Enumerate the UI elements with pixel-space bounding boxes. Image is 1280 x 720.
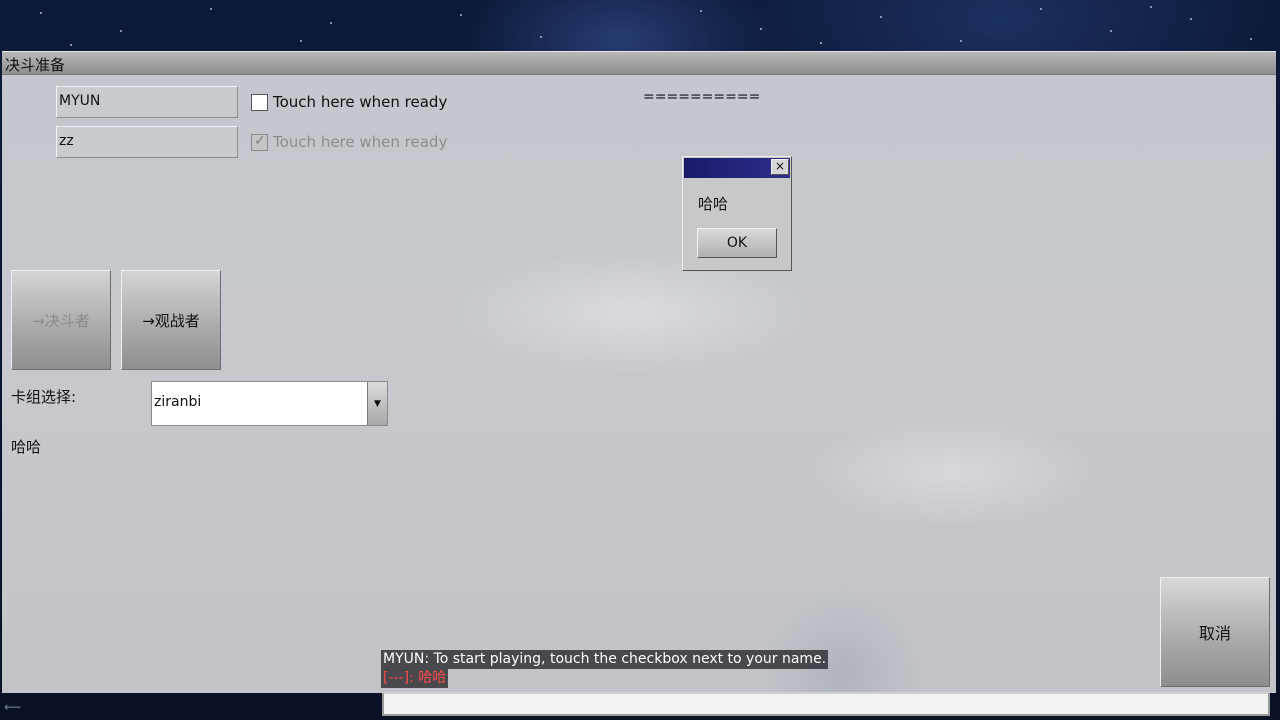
star: [300, 40, 302, 42]
player2-name-box: zz: [56, 126, 238, 158]
player1-name-box: MYUN: [56, 86, 238, 118]
panel-titlebar: 决斗准备: [2, 52, 1276, 75]
star: [1150, 6, 1152, 8]
star: [70, 44, 72, 46]
checkmark-icon: ✓: [254, 133, 266, 149]
star: [1110, 30, 1112, 32]
duel-prep-panel: 决斗准备 MYUN Touch here when ready zz ✓ Tou…: [2, 51, 1276, 693]
deck-select[interactable]: ziranbi ▼: [151, 381, 388, 426]
star: [330, 22, 332, 24]
star: [700, 10, 702, 12]
arrow-left-icon: ⟵: [4, 700, 22, 714]
star: [540, 36, 542, 38]
dialog-message: 哈哈: [698, 195, 729, 213]
star: [460, 14, 462, 16]
player2-name: zz: [59, 133, 74, 149]
message-dialog: × 哈哈 OK: [682, 156, 792, 271]
panel-title: 决斗准备: [5, 56, 66, 74]
player1-ready-checkbox[interactable]: [251, 94, 268, 111]
separator-text: ==========: [643, 89, 761, 105]
star: [760, 28, 762, 30]
player1-ready-label[interactable]: Touch here when ready: [273, 93, 447, 111]
chat-input[interactable]: [382, 692, 1270, 716]
deck-select-value: ziranbi: [154, 394, 202, 410]
star: [820, 42, 822, 44]
host-message: 哈哈: [11, 438, 42, 456]
star: [1040, 8, 1042, 10]
star: [880, 16, 882, 18]
to-duelist-button: →决斗者: [11, 270, 111, 370]
deck-select-label: 卡组选择:: [11, 388, 77, 406]
star: [960, 40, 962, 42]
star: [120, 30, 122, 32]
close-icon[interactable]: ×: [771, 159, 789, 175]
star: [210, 8, 212, 10]
star: [1190, 18, 1192, 20]
player2-ready-label: Touch here when ready: [273, 133, 448, 151]
player1-name: MYUN: [59, 93, 101, 109]
star: [1250, 38, 1252, 40]
chat-line: [---]: 哈哈: [381, 669, 449, 688]
chat-line: MYUN: To start playing, touch the checkb…: [381, 650, 829, 669]
to-observer-button[interactable]: →观战者: [121, 270, 221, 370]
cancel-button[interactable]: 取消: [1160, 577, 1270, 687]
chevron-down-icon[interactable]: ▼: [367, 382, 387, 425]
dialog-ok-button[interactable]: OK: [697, 228, 777, 258]
star: [40, 12, 42, 14]
player2-ready-checkbox: ✓: [251, 133, 268, 151]
